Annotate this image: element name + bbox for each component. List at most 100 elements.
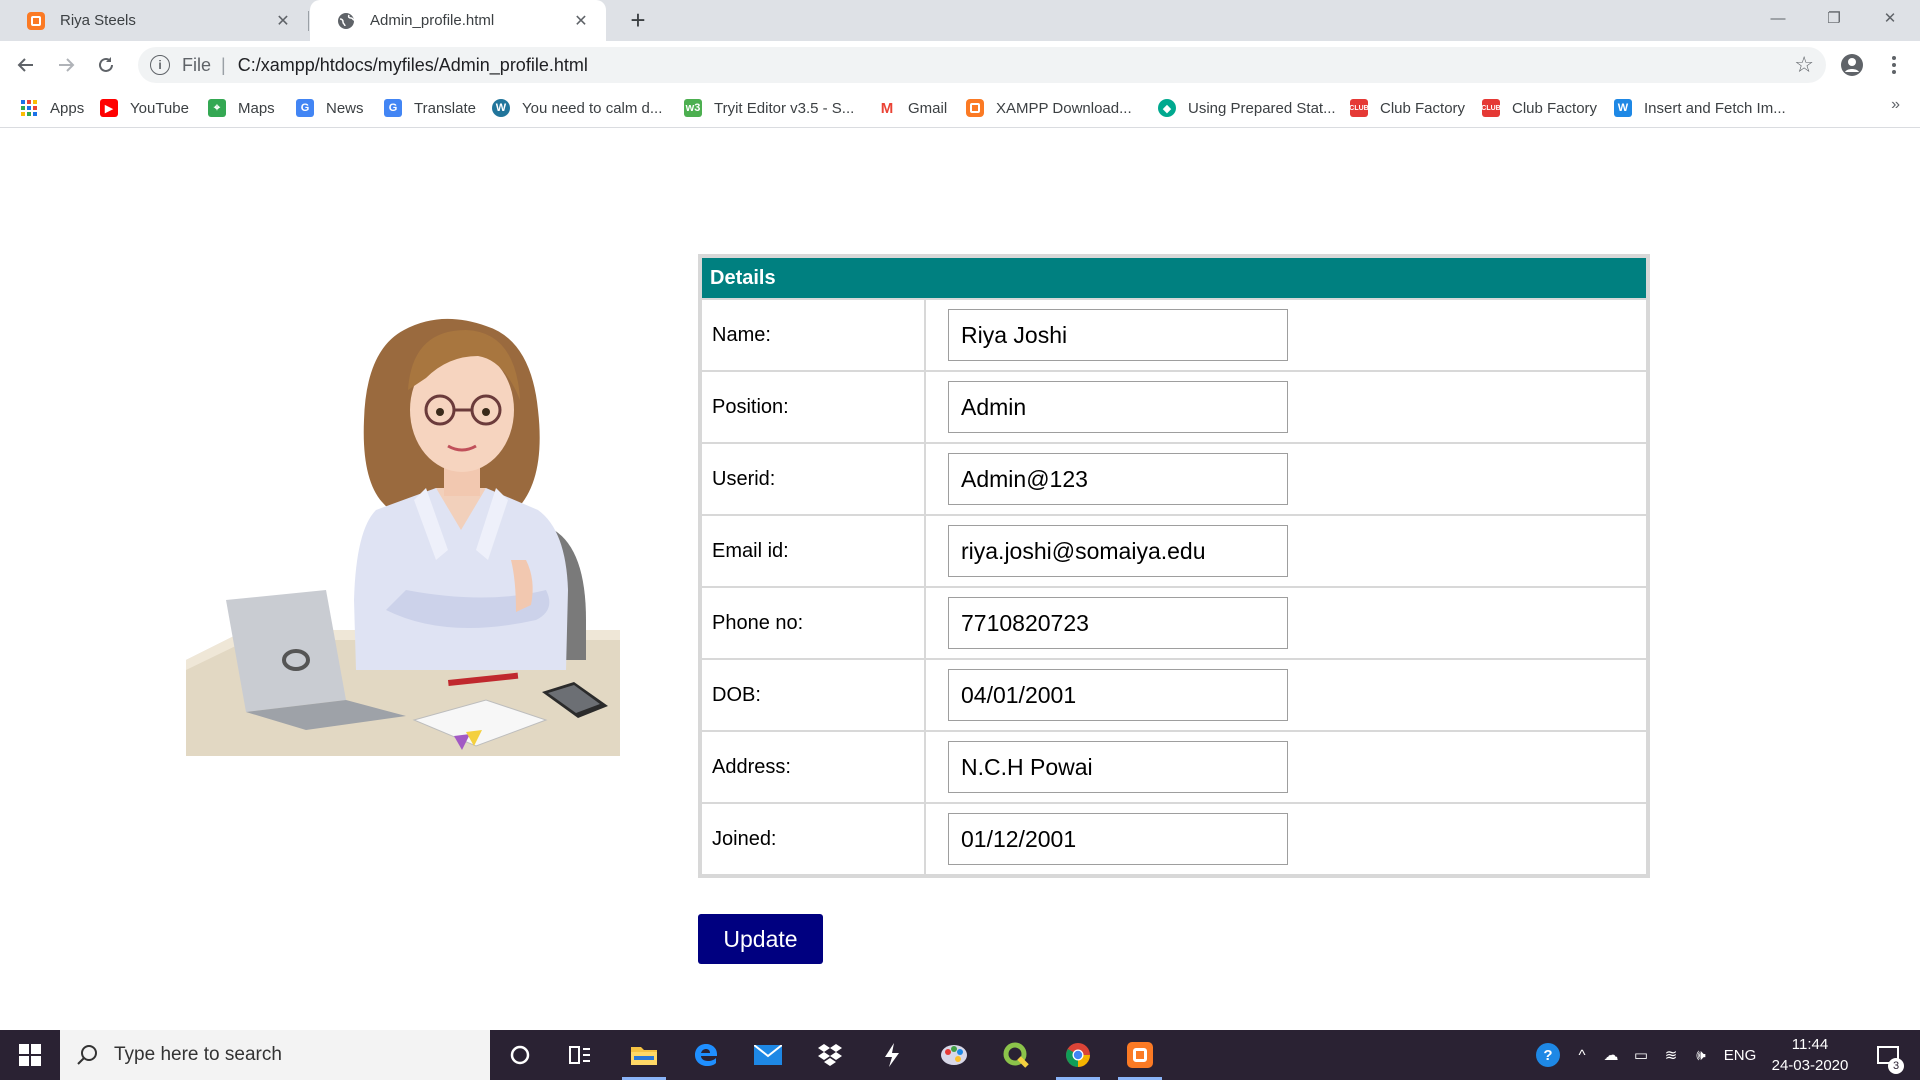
translate-icon: G xyxy=(384,99,402,117)
bookmark-insert-fetch[interactable]: W Insert and Fetch Im... xyxy=(1614,96,1786,120)
address-label: Address: xyxy=(702,732,924,802)
close-tab-icon[interactable]: ✕ xyxy=(268,11,298,31)
account-icon xyxy=(1841,54,1863,76)
windows-logo-icon xyxy=(19,1044,41,1066)
new-tab-button[interactable]: + xyxy=(622,4,654,36)
name-cell xyxy=(926,300,1646,370)
bookmark-news[interactable]: G News xyxy=(296,96,364,120)
email-field[interactable] xyxy=(948,525,1288,577)
name-label: Name: xyxy=(702,300,924,370)
action-center-button[interactable]: 3 xyxy=(1866,1030,1910,1080)
gmail-icon: M xyxy=(878,99,896,117)
bookmark-label: Using Prepared Stat... xyxy=(1188,99,1336,117)
more-bookmarks-icon[interactable]: » xyxy=(1891,96,1900,114)
position-label: Position: xyxy=(702,372,924,442)
profile-button[interactable] xyxy=(1834,47,1870,83)
forward-button[interactable] xyxy=(48,47,84,83)
bookmark-translate[interactable]: G Translate xyxy=(384,96,476,120)
url-scheme: File xyxy=(182,54,212,75)
joined-field[interactable] xyxy=(948,813,1288,865)
bookmark-club-factory-1[interactable]: CLUB Club Factory xyxy=(1349,96,1465,120)
edge-button[interactable] xyxy=(676,1030,736,1080)
bookmark-club-factory-2[interactable]: CLUB Club Factory xyxy=(1481,96,1597,120)
tab-riya-steels[interactable]: Riya Steels ✕ xyxy=(0,0,308,41)
restore-button[interactable]: ❐ xyxy=(1806,0,1862,36)
phone-cell xyxy=(926,588,1646,658)
userid-cell xyxy=(926,444,1646,514)
table-row: Joined: xyxy=(702,804,1646,874)
battery-icon[interactable]: ▭ xyxy=(1628,1030,1654,1080)
bookmark-label: Tryit Editor v3.5 - S... xyxy=(714,99,855,117)
bookmark-prepared-statements[interactable]: ◆ Using Prepared Stat... xyxy=(1158,96,1336,120)
cortana-icon xyxy=(510,1045,530,1065)
qgis-button[interactable] xyxy=(986,1030,1046,1080)
close-window-button[interactable]: ✕ xyxy=(1862,0,1918,36)
menu-button[interactable] xyxy=(1876,47,1912,83)
bookmark-label: Translate xyxy=(414,99,476,117)
bookmark-star-icon[interactable]: ☆ xyxy=(1794,53,1814,77)
help-icon: ? xyxy=(1536,1043,1560,1067)
notification-count: 3 xyxy=(1888,1058,1904,1074)
bookmark-label: YouTube xyxy=(130,99,189,117)
bookmark-calm-down[interactable]: W You need to calm d... xyxy=(492,96,662,120)
bookmark-youtube[interactable]: ▶ YouTube xyxy=(100,96,189,120)
file-explorer-button[interactable] xyxy=(614,1030,674,1080)
edge-icon xyxy=(695,1044,717,1066)
clock[interactable]: 11:44 24-03-2020 xyxy=(1762,1034,1858,1076)
position-field[interactable] xyxy=(948,381,1288,433)
update-button[interactable]: Update xyxy=(698,914,823,964)
taskbar-search[interactable]: Type here to search xyxy=(60,1030,490,1080)
task-view-button[interactable] xyxy=(550,1030,610,1080)
minimize-button[interactable]: — xyxy=(1750,0,1806,36)
browser-toolbar: i File | C:/xampp/htdocs/myfiles/Admin_p… xyxy=(0,41,1920,88)
tab-admin-profile[interactable]: Admin_profile.html ✕ xyxy=(310,0,606,41)
folder-icon xyxy=(631,1047,657,1065)
userid-field[interactable] xyxy=(948,453,1288,505)
youtube-icon: ▶ xyxy=(100,99,118,117)
paint-button[interactable] xyxy=(924,1030,984,1080)
sublime-button[interactable] xyxy=(862,1030,922,1080)
close-tab-icon[interactable]: ✕ xyxy=(566,11,596,31)
xampp-icon xyxy=(26,11,46,31)
bookmark-label: You need to calm d... xyxy=(522,99,663,117)
bookmark-maps[interactable]: ⌖ Maps xyxy=(208,96,275,120)
bookmark-tryit-editor[interactable]: w3 Tryit Editor v3.5 - S... xyxy=(684,96,854,120)
mail-button[interactable] xyxy=(738,1030,798,1080)
clock-time: 11:44 xyxy=(1791,1036,1829,1053)
help-tray-button[interactable]: ? xyxy=(1532,1030,1564,1080)
bookmark-label: Maps xyxy=(238,99,275,117)
windows-taskbar: Type here to search ? ^ ☁ ▭ ≋ 🕪 ENG 11:4… xyxy=(0,1030,1920,1080)
dropbox-button[interactable] xyxy=(800,1030,860,1080)
info-icon[interactable]: i xyxy=(150,55,170,75)
email-cell xyxy=(926,516,1646,586)
address-field[interactable] xyxy=(948,741,1288,793)
wifi-icon[interactable]: ≋ xyxy=(1658,1030,1684,1080)
address-bar[interactable]: i File | C:/xampp/htdocs/myfiles/Admin_p… xyxy=(138,47,1826,83)
bookmark-gmail[interactable]: M Gmail xyxy=(878,96,947,120)
details-table: Details Name: Position: Userid: Email id… xyxy=(698,254,1650,878)
chevron-up-icon[interactable]: ^ xyxy=(1570,1030,1594,1080)
w3schools-icon: w3 xyxy=(684,99,702,117)
joined-cell xyxy=(926,804,1646,874)
bookmark-apps[interactable]: Apps xyxy=(20,96,84,120)
start-button[interactable] xyxy=(0,1030,60,1080)
shield-icon: ◆ xyxy=(1158,99,1176,117)
volume-icon[interactable]: 🕪 xyxy=(1688,1030,1714,1080)
reload-button[interactable] xyxy=(88,47,124,83)
xampp-button[interactable] xyxy=(1110,1030,1170,1080)
apps-grid-icon xyxy=(20,99,38,117)
back-button[interactable] xyxy=(8,47,44,83)
phone-field[interactable] xyxy=(948,597,1288,649)
clubfactory-icon: CLUB xyxy=(1481,99,1501,117)
dropbox-icon xyxy=(818,1044,842,1066)
chrome-button[interactable] xyxy=(1048,1030,1108,1080)
bookmark-label: Insert and Fetch Im... xyxy=(1644,99,1786,117)
chrome-icon xyxy=(1066,1043,1090,1067)
dob-field[interactable] xyxy=(948,669,1288,721)
xampp-icon xyxy=(1127,1042,1153,1068)
bookmark-xampp[interactable]: XAMPP Download... xyxy=(966,96,1132,120)
onedrive-icon[interactable]: ☁ xyxy=(1598,1030,1624,1080)
language-indicator[interactable]: ENG xyxy=(1722,1030,1758,1080)
name-field[interactable] xyxy=(948,309,1288,361)
cortana-button[interactable] xyxy=(490,1030,550,1080)
